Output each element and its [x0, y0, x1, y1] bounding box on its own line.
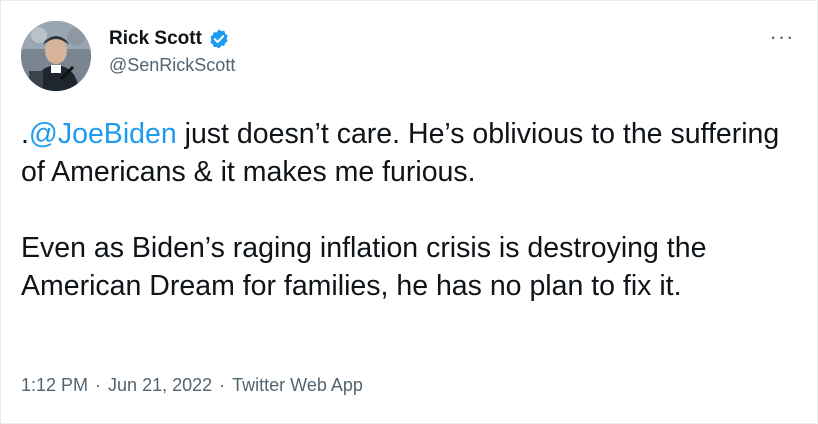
author-info: Rick Scott @SenRickScott	[109, 25, 235, 76]
tweet-meta: 1:12 PM · Jun 21, 2022 · Twitter Web App	[21, 375, 363, 396]
more-horizontal-icon[interactable]: ···	[767, 26, 797, 48]
tweet-time[interactable]: 1:12 PM	[21, 375, 88, 396]
meta-separator: ·	[219, 375, 226, 395]
mention-link[interactable]: @JoeBiden	[29, 118, 177, 150]
tweet-header: Rick Scott @SenRickScott ···	[21, 21, 799, 91]
tweet-card: Rick Scott @SenRickScott ··· .@JoeBiden …	[0, 0, 818, 424]
author-handle[interactable]: @SenRickScott	[109, 55, 235, 76]
display-name[interactable]: Rick Scott	[109, 28, 202, 50]
tweet-date[interactable]: Jun 21, 2022	[108, 375, 212, 396]
name-row: Rick Scott	[109, 25, 235, 53]
tweet-source[interactable]: Twitter Web App	[232, 375, 363, 396]
tweet-text: .@JoeBiden just doesn’t care. He’s obliv…	[21, 115, 791, 305]
meta-separator: ·	[95, 375, 102, 395]
avatar[interactable]	[21, 21, 91, 91]
tweet-paragraph-1: .@JoeBiden just doesn’t care. He’s obliv…	[21, 115, 791, 191]
tweet-paragraph-2: Even as Biden’s raging inflation crisis …	[21, 232, 707, 302]
avatar-photo	[21, 21, 91, 91]
verified-badge-icon	[208, 28, 230, 50]
text-prefix: .	[21, 118, 29, 150]
